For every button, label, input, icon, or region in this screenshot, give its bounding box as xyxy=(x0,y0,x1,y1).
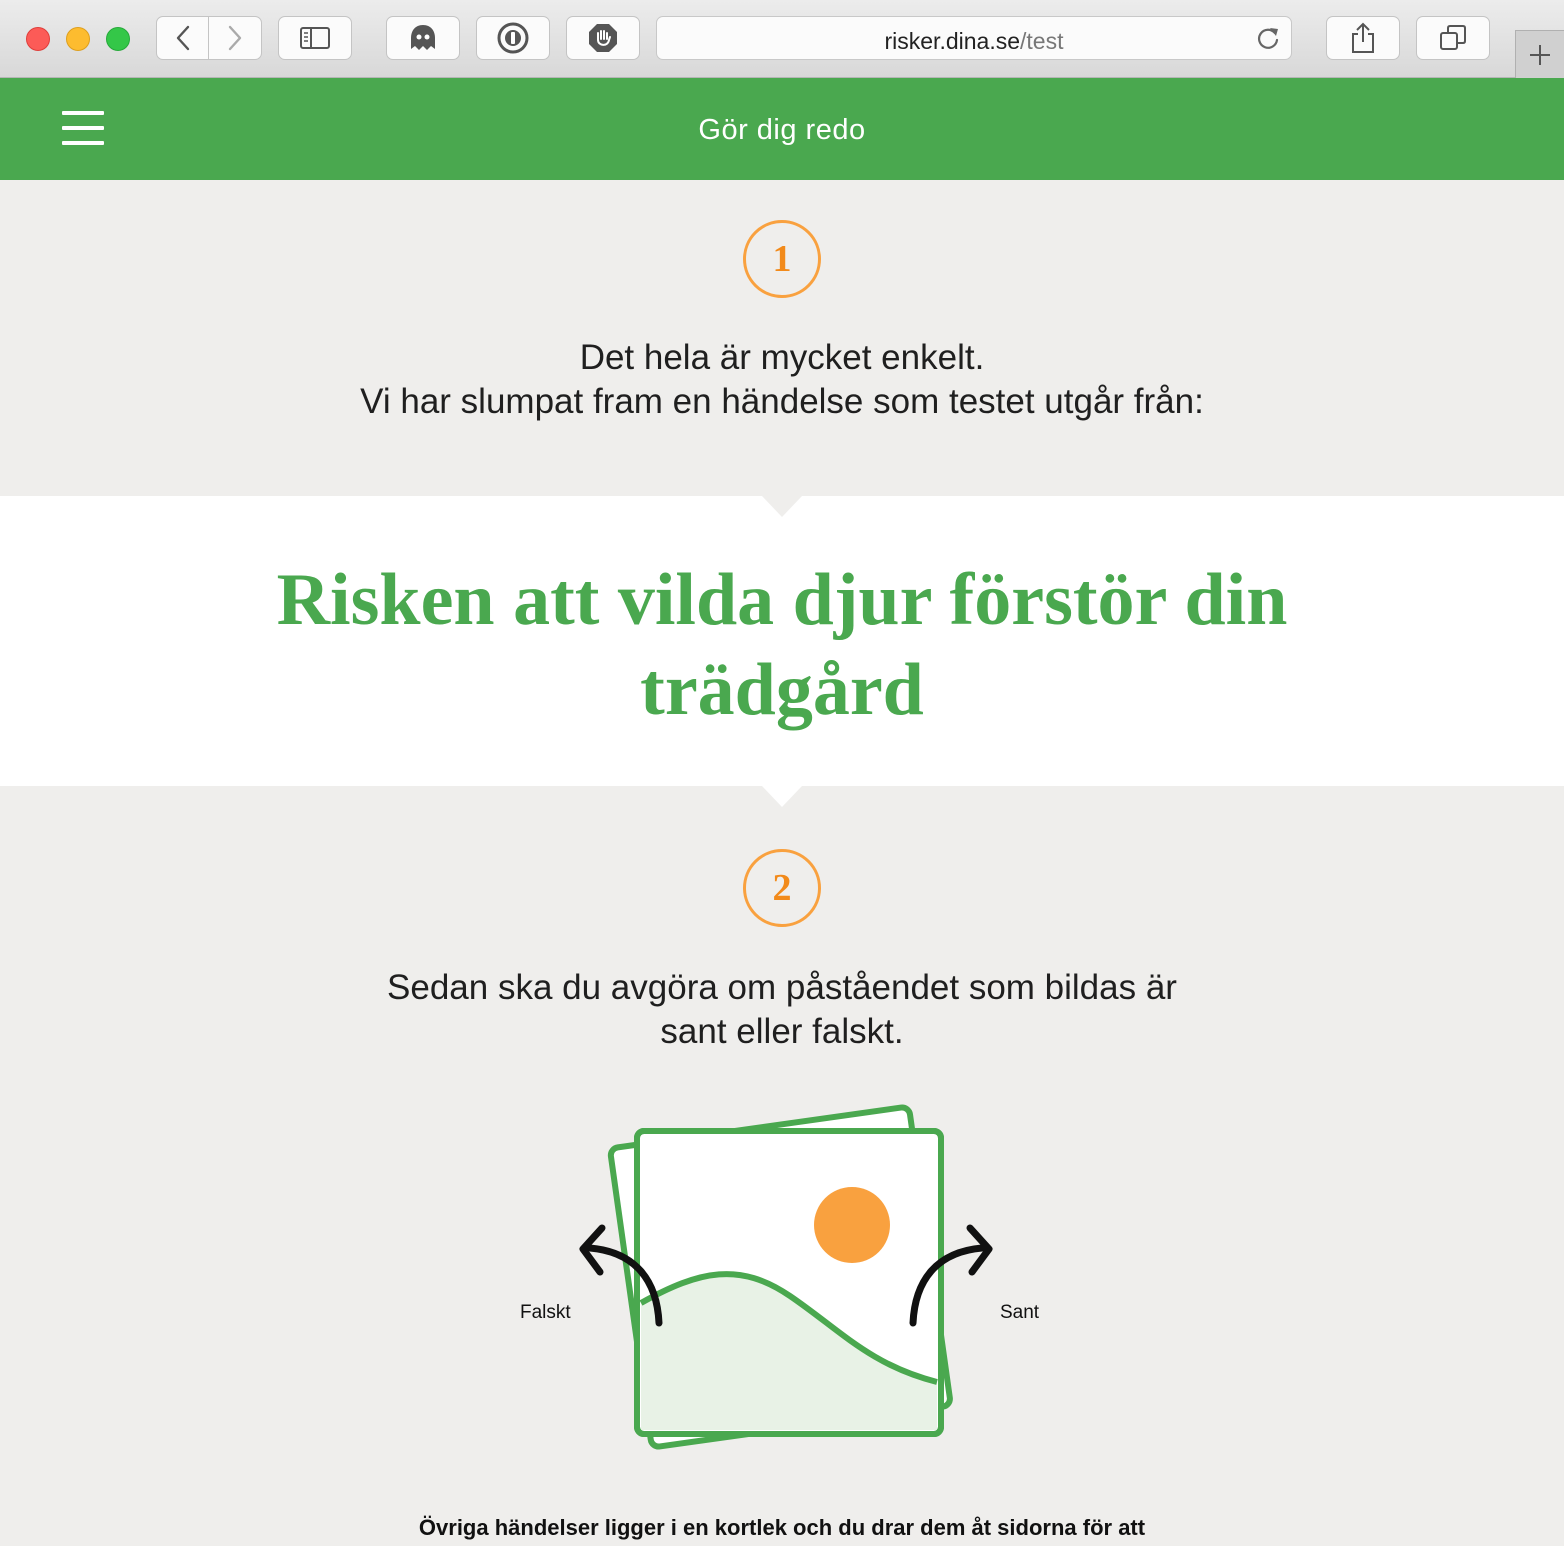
extension-button-ghostery[interactable] xyxy=(386,16,460,60)
tab-overview-button[interactable] xyxy=(1416,16,1490,60)
tabs-icon xyxy=(1440,25,1466,50)
address-bar[interactable]: risker.dina.se/test xyxy=(656,16,1292,60)
url-text: risker.dina.se/test xyxy=(884,28,1064,54)
step-number-1: 1 xyxy=(743,220,821,298)
card-notch-bottom xyxy=(762,786,802,807)
back-button[interactable] xyxy=(156,16,209,60)
keyhole-icon xyxy=(497,22,529,54)
sidebar-icon xyxy=(300,27,330,49)
chevron-right-icon xyxy=(228,25,242,51)
step2-line2: sant eller falskt. xyxy=(660,1012,904,1051)
zoom-window-button[interactable] xyxy=(106,27,130,51)
close-window-button[interactable] xyxy=(26,27,50,51)
extension-button-1password[interactable] xyxy=(476,16,550,60)
event-title-line2: trädgård xyxy=(640,649,924,731)
event-title-line1: Risken att vilda djur förstör din xyxy=(276,559,1288,641)
forward-button[interactable] xyxy=(208,16,262,60)
card-notch-top xyxy=(762,496,802,517)
stop-hand-icon xyxy=(589,24,617,52)
share-icon xyxy=(1352,22,1374,53)
step1-line1: Det hela är mycket enkelt. xyxy=(579,338,985,377)
swipe-cards-illustration xyxy=(579,1104,993,1450)
app-header: Gör dig redo xyxy=(0,78,1564,180)
plus-icon xyxy=(1530,44,1550,65)
reload-icon[interactable] xyxy=(1255,25,1281,51)
event-title: Risken att vilda djur förstör din trädgå… xyxy=(150,555,1414,735)
chevron-left-icon xyxy=(176,25,189,51)
extension-button-adblock[interactable] xyxy=(566,16,640,60)
page-title: Gör dig redo xyxy=(698,114,866,146)
share-button[interactable] xyxy=(1326,16,1400,60)
new-tab-button[interactable] xyxy=(1515,30,1564,78)
sidebar-button[interactable] xyxy=(278,16,352,60)
browser-toolbar: risker.dina.se/test xyxy=(0,0,1564,78)
ghost-icon xyxy=(411,25,435,50)
false-label: Falskt xyxy=(520,1302,571,1323)
front-card xyxy=(634,1128,944,1437)
step2-line1: Sedan ska du avgöra om påståendet som bi… xyxy=(387,968,1177,1007)
step2-text: Sedan ska du avgöra om påståendet som bi… xyxy=(0,966,1564,1054)
true-label: Sant xyxy=(1000,1302,1040,1323)
step1-text: Det hela är mycket enkelt. Vi har slumpa… xyxy=(0,336,1564,424)
instructions-text: Övriga händelser ligger i en kortlek och… xyxy=(418,1515,1146,1540)
step-number-2: 2 xyxy=(743,849,821,927)
sun-icon xyxy=(814,1187,890,1263)
minimize-window-button[interactable] xyxy=(66,27,90,51)
step1-line2: Vi har slumpat fram en händelse som test… xyxy=(360,382,1204,421)
